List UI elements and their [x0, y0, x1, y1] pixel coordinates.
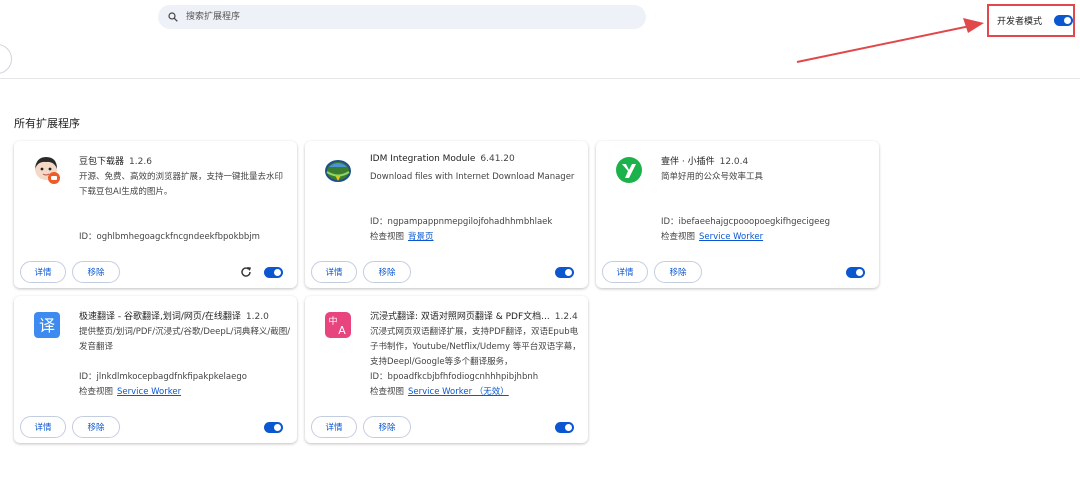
- translate-yi-icon: 译: [32, 310, 62, 340]
- extension-toggle[interactable]: [264, 422, 283, 433]
- inspect-views: 检查视图 背景页: [370, 232, 434, 242]
- reload-icon[interactable]: [239, 265, 253, 279]
- extension-version: 1.2.6: [129, 157, 152, 167]
- extension-description: 提供整页/划词/PDF/沉浸式/谷歌/DeepL/词典释义/截图/发音翻译: [79, 327, 291, 352]
- details-button[interactable]: 详情: [20, 261, 66, 283]
- extension-version: 1.2.4: [554, 312, 578, 322]
- extension-id: ID：ibefaeehajgcpooopoegkifhgecigeeg: [661, 217, 831, 227]
- inspect-views: 检查视图 Service Worker （无效）: [370, 387, 509, 397]
- yiban-y-icon: [614, 155, 644, 185]
- details-button[interactable]: 详情: [311, 261, 357, 283]
- section-title: 所有扩展程序: [14, 117, 80, 130]
- service-worker-link[interactable]: Service Worker （无效）: [408, 387, 509, 397]
- extension-version: 6.41.20: [480, 154, 515, 164]
- extension-description: 沉浸式网页双语翻译扩展，支持PDF翻译，双语Epub电子书制作，Youtube/…: [370, 327, 581, 367]
- extension-card-fast-translate: 译 极速翻译 - 谷歌翻译,划词/网页/在线翻译 1.2.0 提供整页/划词/PD…: [14, 296, 297, 443]
- extension-id: ID：oghlbmhegoagckfncgndeekfbpokbbjm: [79, 232, 260, 242]
- annotation-arrow: [796, 18, 984, 63]
- extension-version: 1.2.0: [245, 312, 269, 322]
- details-button[interactable]: 详情: [20, 416, 66, 438]
- extension-description: Download files with Internet Download Ma…: [370, 172, 575, 182]
- details-button[interactable]: 详情: [311, 416, 357, 438]
- remove-button[interactable]: 移除: [654, 261, 702, 283]
- extension-name: 极速翻译 - 谷歌翻译,划词/网页/在线翻译 1.2.0: [79, 312, 269, 322]
- extension-toggle[interactable]: [555, 267, 574, 278]
- extension-description: 开源、免费、高效的浏览器扩展，支持一键批量去水印下载豆包AI生成的图片。: [79, 172, 284, 197]
- svg-text:A: A: [338, 324, 346, 337]
- svg-text:中: 中: [328, 315, 337, 327]
- extension-card-yiban: 壹伴 · 小插件 12.0.4 简单好用的公众号效率工具 ID：ibefaeeha…: [596, 141, 879, 288]
- idm-globe-icon: [323, 155, 353, 185]
- immersive-translate-icon: 中 A: [323, 310, 353, 340]
- extension-id: ID：bpoadfkcbjbfhfodiogcnhhhpibjhbnh: [370, 372, 539, 382]
- extension-card-doubao: 豆包下载器 1.2.6 开源、免费、高效的浏览器扩展，支持一键批量去水印下载豆包A…: [14, 141, 297, 288]
- extension-name: 豆包下载器 1.2.6: [79, 157, 152, 167]
- extension-version: 12.0.4: [719, 157, 749, 167]
- extension-toggle[interactable]: [555, 422, 574, 433]
- extension-card-immersive-translate: 中 A 沉浸式翻译: 双语对照网页翻译 & PDF文档... 1.2.4 沉浸式网…: [305, 296, 588, 443]
- service-worker-link[interactable]: Service Worker: [699, 232, 763, 242]
- extension-description: 简单好用的公众号效率工具: [661, 172, 764, 182]
- remove-button[interactable]: 移除: [363, 416, 411, 438]
- extension-name: 壹伴 · 小插件 12.0.4: [661, 157, 749, 167]
- extension-id: ID：ngpampappnmepgilojfohadhhmbhlaek: [370, 217, 553, 227]
- details-button[interactable]: 详情: [602, 261, 648, 283]
- extension-name: IDM Integration Module 6.41.20: [370, 154, 515, 164]
- extension-toggle[interactable]: [846, 267, 865, 278]
- background-page-link[interactable]: 背景页: [408, 232, 434, 242]
- extension-id: ID：jlnkdlmkocepbagdfnkfipakpkelaego: [79, 372, 247, 382]
- svg-text:译: 译: [39, 316, 55, 335]
- extension-name: 沉浸式翻译: 双语对照网页翻译 & PDF文档... 1.2.4: [370, 312, 578, 322]
- inspect-views: 检查视图 Service Worker: [79, 387, 182, 397]
- remove-button[interactable]: 移除: [363, 261, 411, 283]
- inspect-views: 检查视图 Service Worker: [661, 232, 764, 242]
- extension-toggle[interactable]: [264, 267, 283, 278]
- service-worker-link[interactable]: Service Worker: [117, 387, 181, 397]
- extension-card-idm: IDM Integration Module 6.41.20 Download f…: [305, 141, 588, 288]
- remove-button[interactable]: 移除: [72, 416, 120, 438]
- doubao-avatar-icon: [32, 155, 62, 185]
- remove-button[interactable]: 移除: [72, 261, 120, 283]
